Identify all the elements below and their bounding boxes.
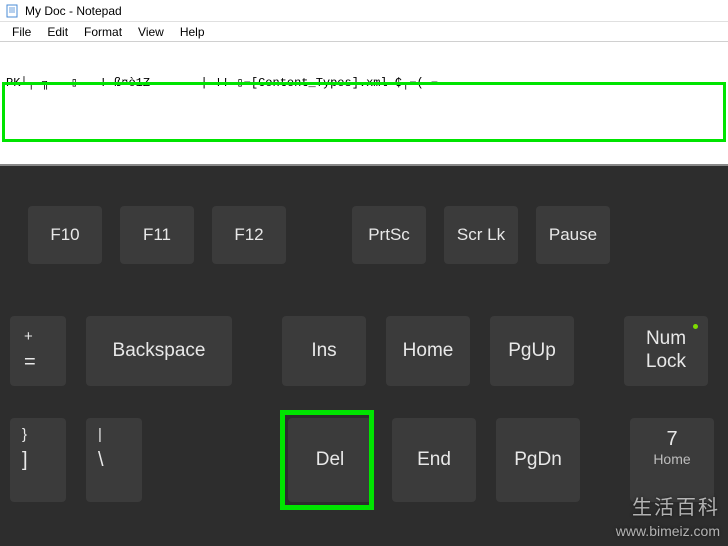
titlebar: My Doc - Notepad — [0, 0, 728, 22]
key-seven-sub: Home — [653, 451, 690, 467]
editor-line: PK└┐ ╗ - ▯ ! ß¤ò1Z | !! ▯¬[Content_Types… — [6, 76, 722, 91]
key-numpad-7[interactable]: 7 Home — [630, 418, 714, 502]
key-equals[interactable]: + = — [10, 316, 66, 386]
key-end[interactable]: End — [392, 418, 476, 502]
key-f10[interactable]: F10 — [28, 206, 102, 264]
key-equals-label: = — [24, 351, 36, 374]
menubar: File Edit Format View Help — [0, 22, 728, 42]
menu-help[interactable]: Help — [172, 23, 213, 41]
notepad-icon — [6, 4, 20, 18]
menu-edit[interactable]: Edit — [39, 23, 76, 41]
key-f11[interactable]: F11 — [120, 206, 194, 264]
watermark-line2: www.bimeiz.com — [616, 522, 720, 542]
key-backspace[interactable]: Backspace — [86, 316, 232, 386]
keyboard-row-fn: F10 F11 F12 PrtSc Scr Lk Pause — [0, 206, 728, 264]
key-pause[interactable]: Pause — [536, 206, 610, 264]
key-pgup[interactable]: PgUp — [490, 316, 574, 386]
key-backslash-label: \ — [98, 449, 104, 472]
keyboard-row-mid: + = Backspace Ins Home PgUp Num Lock — [0, 316, 728, 386]
watermark-line1: 生活百科 — [616, 494, 720, 522]
menu-file[interactable]: File — [4, 23, 39, 41]
editor-area[interactable]: PK└┐ ╗ - ▯ ! ß¤ò1Z | !! ▯¬[Content_Types… — [0, 42, 728, 166]
key-bracket[interactable]: } ] — [10, 418, 66, 502]
key-bracket-label: ] — [22, 449, 28, 472]
keyboard-row-bottom: } ] | \ Del End PgDn 7 Home — [0, 418, 728, 502]
key-ins[interactable]: Ins — [282, 316, 366, 386]
numlock-l1: Num — [646, 328, 686, 351]
key-f12[interactable]: F12 — [212, 206, 286, 264]
numlock-led-icon — [693, 324, 698, 329]
key-scrlk[interactable]: Scr Lk — [444, 206, 518, 264]
key-home[interactable]: Home — [386, 316, 470, 386]
key-plus-label: + — [24, 328, 33, 345]
key-pipe-label: | — [98, 426, 102, 443]
key-backslash[interactable]: | \ — [86, 418, 142, 502]
key-numlock[interactable]: Num Lock — [624, 316, 708, 386]
key-del[interactable]: Del — [288, 418, 372, 502]
window-title: My Doc - Notepad — [25, 4, 122, 18]
numlock-l2: Lock — [646, 351, 686, 374]
onscreen-keyboard: F10 F11 F12 PrtSc Scr Lk Pause + = Backs… — [0, 166, 728, 546]
menu-format[interactable]: Format — [76, 23, 130, 41]
key-prtsc[interactable]: PrtSc — [352, 206, 426, 264]
key-pgdn[interactable]: PgDn — [496, 418, 580, 502]
key-seven-label: 7 — [666, 428, 677, 451]
watermark: 生活百科 www.bimeiz.com — [616, 494, 720, 542]
menu-view[interactable]: View — [130, 23, 172, 41]
key-brace-label: } — [22, 426, 27, 443]
editor-line — [6, 121, 722, 136]
